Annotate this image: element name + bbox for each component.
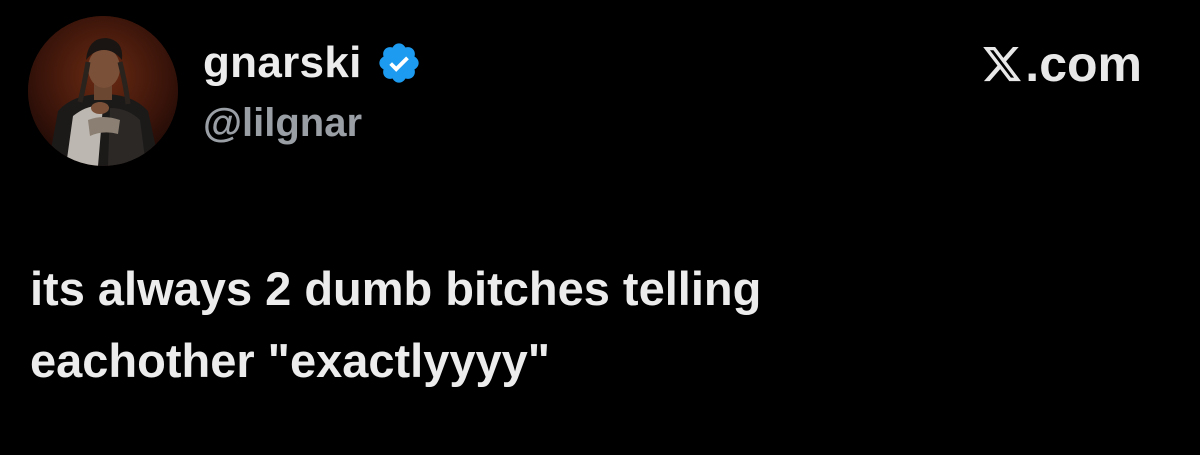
tweet-text-line: its always 2 dumb bitches telling (30, 262, 762, 315)
avatar[interactable] (28, 16, 178, 166)
verified-badge-icon (376, 40, 422, 86)
author-name-row: gnarski (203, 38, 422, 88)
x-logo-icon (983, 46, 1022, 82)
display-name[interactable]: gnarski (203, 38, 362, 88)
tweet-text: its always 2 dumb bitches telling eachot… (30, 253, 1170, 397)
avatar-photo (28, 16, 178, 166)
brand-domain: .com (1025, 36, 1142, 92)
brand-watermark: .com (981, 36, 1142, 92)
username-handle[interactable]: @lilgnar (203, 98, 362, 148)
tweet-card: gnarski @lilgnar .com its always 2 dumb … (0, 0, 1200, 455)
tweet-text-line: eachother "exactlyyyy" (30, 334, 551, 387)
